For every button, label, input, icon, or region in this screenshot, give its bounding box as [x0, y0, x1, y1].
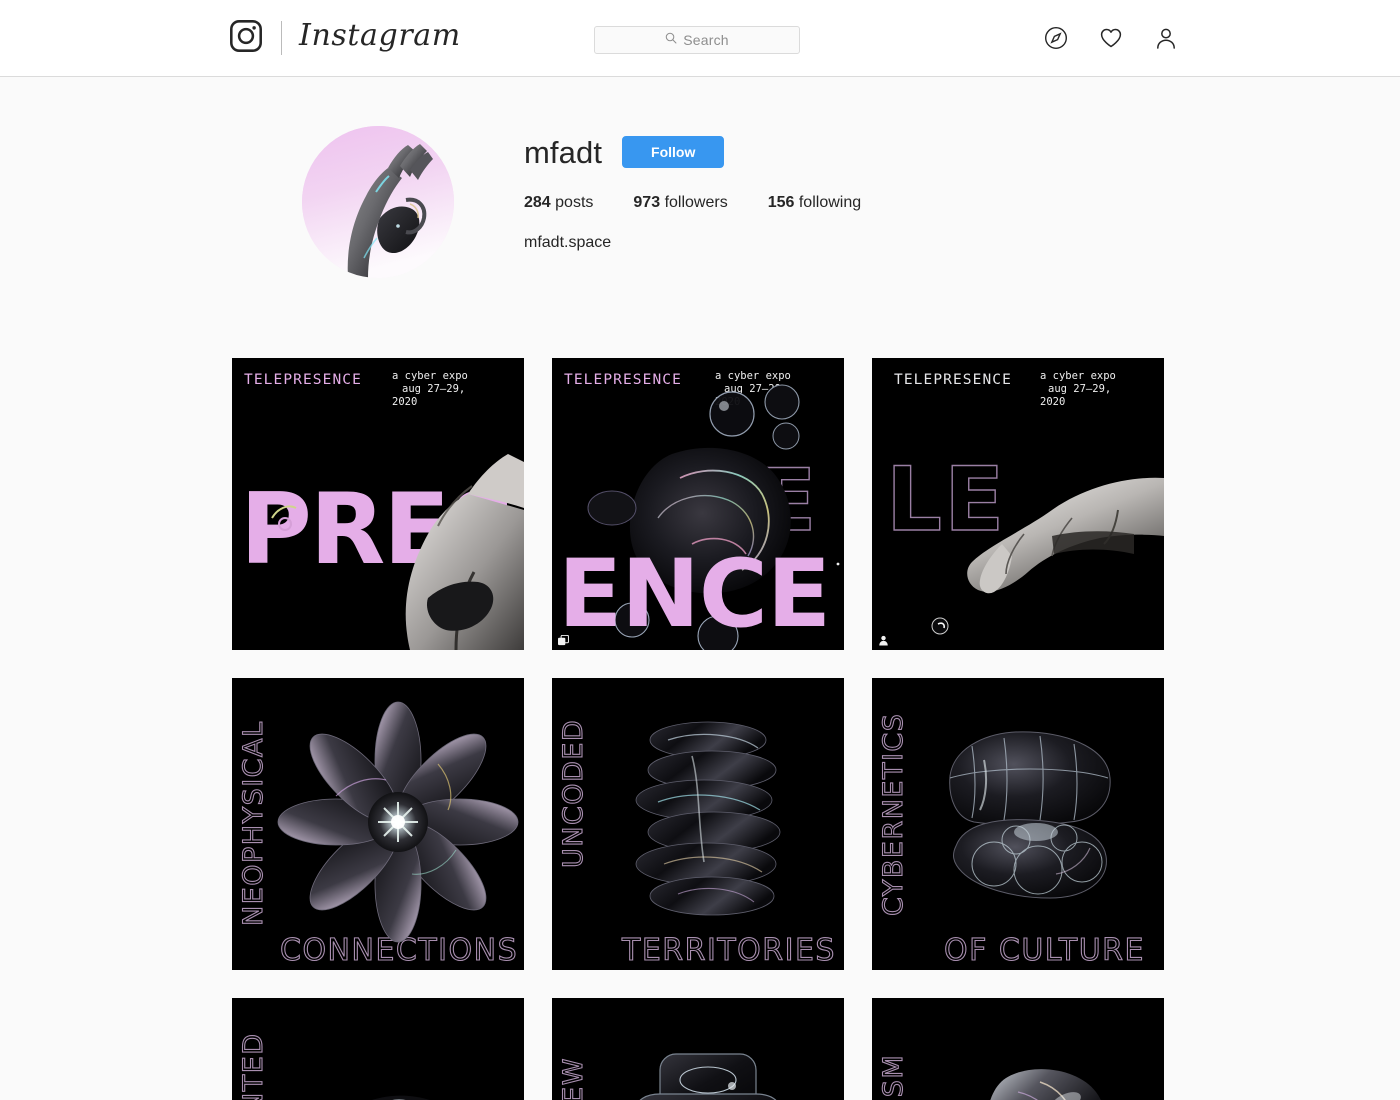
- post-tile[interactable]: UNCODED TERRITORIES: [552, 678, 844, 970]
- post-tile[interactable]: AUGMENTED: [232, 998, 524, 1100]
- stat-posts-value: 284: [524, 194, 551, 211]
- post-tile[interactable]: CYBERNETICS OF CULTURE: [872, 678, 1164, 970]
- profile-bio: mfadt.space: [524, 234, 612, 251]
- profile-person-icon[interactable]: [1154, 26, 1178, 50]
- brand-logo-group[interactable]: Instagram: [228, 18, 461, 59]
- stat-following-value: 156: [767, 194, 795, 211]
- post-tile[interactable]: THE NEW: [552, 998, 844, 1100]
- brand-divider: [281, 21, 282, 55]
- instagram-wordmark[interactable]: Instagram: [299, 21, 461, 55]
- username-row: mfadt Follow: [524, 132, 1168, 172]
- profile-page: mfadt Follow 284 posts 973 followers 156…: [0, 77, 1400, 1100]
- stat-followers[interactable]: 973 followers: [633, 194, 727, 212]
- post-tile[interactable]: TELEPRESENCE a cyber expo aug 27–29, 202…: [552, 358, 844, 650]
- instagram-camera-icon[interactable]: [228, 18, 264, 59]
- post-title-text: TELEPRESENCE: [244, 372, 362, 388]
- svg-text:ACTIVISM: ACTIVISM: [878, 1054, 909, 1100]
- svg-text:LE: LE: [886, 448, 1006, 551]
- svg-text:2020: 2020: [392, 396, 417, 408]
- post-tile[interactable]: TELEPRESENCE a cyber expo aug 27–29, 202…: [232, 358, 524, 650]
- svg-text:ENCE: ENCE: [558, 540, 830, 649]
- multi-post-icon: [558, 635, 569, 646]
- svg-text:TELEPRESENCE: TELEPRESENCE: [894, 372, 1012, 388]
- nav-inner: Instagram Search: [0, 0, 1400, 76]
- avatar[interactable]: [302, 126, 454, 278]
- profile-header: mfadt Follow 284 posts 973 followers 156…: [232, 77, 1168, 278]
- svg-text:TELEPRESENCE: TELEPRESENCE: [564, 372, 682, 388]
- svg-text:AUGMENTED: AUGMENTED: [238, 1032, 269, 1100]
- stat-following-label: following: [798, 194, 862, 211]
- svg-text:a cyber expo: a cyber expo: [1040, 370, 1116, 382]
- top-navigation-bar: Instagram Search: [0, 0, 1400, 77]
- nav-icon-group: [1044, 0, 1178, 76]
- search-input[interactable]: Search: [594, 26, 800, 54]
- svg-text:OF CULTURE: OF CULTURE: [944, 933, 1145, 968]
- svg-text:aug 27–29,: aug 27–29,: [402, 383, 465, 395]
- svg-text:NEOPHYSICAL: NEOPHYSICAL: [238, 720, 269, 926]
- post-tile[interactable]: TELEPRESENCE a cyber expo aug 27–29, 202…: [872, 358, 1164, 650]
- svg-text:a cyber expo: a cyber expo: [392, 370, 468, 382]
- post-grid: TELEPRESENCE a cyber expo aug 27–29, 202…: [232, 278, 1168, 1100]
- stat-posts-label: posts: [555, 194, 594, 211]
- svg-text:UNCODED: UNCODED: [558, 719, 589, 868]
- explore-compass-icon[interactable]: [1044, 26, 1068, 50]
- svg-text:2020: 2020: [1040, 396, 1065, 408]
- tagged-person-icon: [878, 635, 889, 646]
- stat-posts: 284 posts: [524, 194, 593, 212]
- profile-username: mfadt: [524, 134, 603, 170]
- profile-stats: 284 posts 973 followers 156 following: [524, 194, 1168, 212]
- follow-button[interactable]: Follow: [622, 136, 725, 168]
- search-box[interactable]: Search: [594, 26, 800, 54]
- profile-info: mfadt Follow 284 posts 973 followers 156…: [524, 126, 1168, 252]
- avatar-column: [232, 126, 524, 278]
- activity-heart-icon[interactable]: [1099, 26, 1123, 50]
- svg-text:CYBERNETICS: CYBERNETICS: [878, 713, 909, 916]
- svg-text:THE NEW: THE NEW: [558, 1057, 589, 1100]
- post-tile[interactable]: ACTIVISM: [872, 998, 1164, 1100]
- search-placeholder: Search: [683, 32, 729, 48]
- stat-followers-value: 973: [633, 194, 661, 211]
- svg-text:TERRITORIES: TERRITORIES: [621, 933, 836, 968]
- search-icon: [665, 31, 677, 49]
- svg-text:aug 27–29,: aug 27–29,: [1048, 383, 1111, 395]
- post-tile[interactable]: NEOPHYSICAL CONNECTIONS: [232, 678, 524, 970]
- stat-followers-label: followers: [664, 194, 728, 211]
- stat-following[interactable]: 156 following: [768, 194, 861, 212]
- svg-text:a cyber expo: a cyber expo: [715, 370, 791, 382]
